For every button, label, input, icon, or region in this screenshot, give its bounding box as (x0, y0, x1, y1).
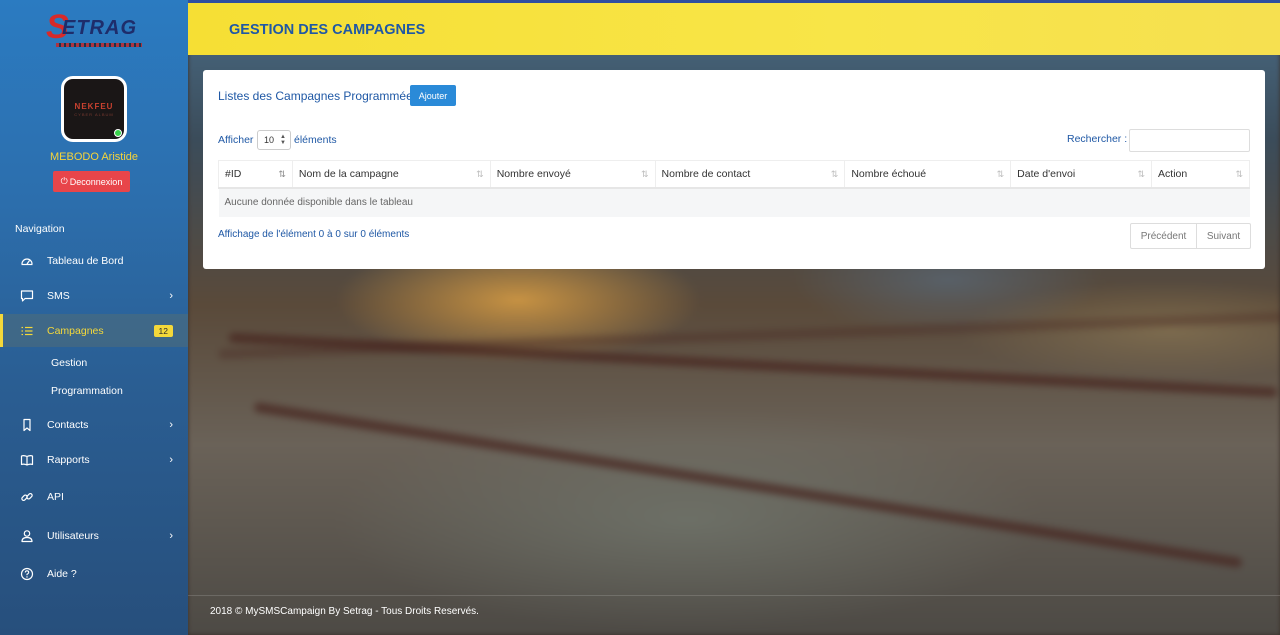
sidebar-item-label: Contacts (47, 419, 89, 431)
sidebar-item-dashboard[interactable]: Tableau de Bord (0, 245, 188, 277)
logo-text: ETRAG (62, 17, 137, 39)
column-header-name[interactable]: Nom de la campagne ⇅ (291, 160, 491, 189)
column-header-sent[interactable]: Nombre envoyé ⇅ (489, 160, 656, 189)
page-length-value: 10 (264, 135, 275, 145)
sort-asc-icon: ⇅ (278, 169, 286, 179)
column-header-label: #ID (225, 167, 242, 180)
sort-icon: ⇅ (476, 169, 484, 179)
next-page-button[interactable]: Suivant (1197, 223, 1251, 249)
avatar-subtext: CYBER ALBUM (74, 111, 114, 117)
sidebar-item-label: API (47, 491, 64, 503)
campaigns-table: #ID ⇅ Nom de la campagne ⇅ Nombre envoyé ⇅ … (218, 160, 1250, 217)
table-info: Affichage de l'élément 0 à 0 sur 0 éléme… (218, 229, 410, 240)
column-header-failed[interactable]: Nombre échoué ⇅ (844, 160, 1012, 189)
column-header-label: Nombre envoyé (496, 167, 571, 180)
column-header-action[interactable]: Action ⇅ (1151, 160, 1250, 189)
book-icon (20, 453, 34, 467)
sidebar-item-aide[interactable]: Aide ? (0, 558, 188, 590)
sidebar-item-label: Tableau de Bord (47, 255, 124, 267)
avatar-text: NEKFEU (74, 101, 114, 111)
page-header: GESTION DES CAMPAGNES (188, 0, 1280, 55)
setrag-logo[interactable]: S ETRAG (46, 8, 142, 54)
search-label: Rechercher : (1067, 133, 1128, 145)
sidebar-item-label: SMS (47, 290, 70, 302)
sidebar-subitem-gestion[interactable]: Gestion (51, 357, 87, 369)
sidebar-item-label: Rapports (47, 454, 90, 466)
message-icon (20, 289, 34, 303)
campaign-count-badge: 12 (153, 324, 173, 337)
pagination: Précédent Suivant (1130, 223, 1251, 249)
chevron-right-icon: › (169, 290, 173, 302)
previous-page-button[interactable]: Précédent (1130, 223, 1197, 249)
page-title: GESTION DES CAMPAGNES (229, 22, 426, 38)
chevron-right-icon: › (169, 530, 173, 542)
bookmark-icon (20, 418, 34, 432)
sidebar-item-label: Aide ? (47, 568, 77, 580)
user-name: MEBODO Aristide (49, 151, 139, 163)
sidebar-item-label: Utilisateurs (47, 530, 99, 542)
link-icon (20, 490, 34, 504)
sidebar-item-api[interactable]: API (0, 481, 188, 513)
sidebar-item-rapports[interactable]: Rapports › (0, 444, 188, 476)
card-title: Listes des Campagnes Programmées (218, 89, 419, 103)
sidebar-item-campagnes[interactable]: Campagnes 12 (0, 314, 188, 347)
sort-icon: ⇅ (830, 169, 839, 179)
table-row: Aucune donnée disponible dans le tableau (218, 187, 1250, 217)
logo-tagline (56, 43, 142, 47)
nav-section-title: Navigation (15, 223, 65, 235)
sidebar-item-sms[interactable]: SMS › (0, 280, 188, 312)
column-header-contacts[interactable]: Nombre de contact ⇅ (654, 160, 846, 189)
column-header-label: Nombre échoué (851, 167, 927, 180)
sort-icon: ⇅ (641, 169, 649, 179)
sort-icon: ⇅ (996, 169, 1005, 179)
sidebar-item-utilisateurs[interactable]: Utilisateurs › (0, 520, 188, 552)
footer-divider (188, 595, 1280, 596)
select-arrows-icon: ▲ ▼ (280, 134, 286, 146)
online-status-icon (114, 129, 122, 137)
footer-text: 2018 © MySMSCampaign By Setrag - Tous Dr… (210, 606, 479, 617)
logout-label: Deconnexion (69, 176, 123, 187)
table-header-row: #ID ⇅ Nom de la campagne ⇅ Nombre envoyé ⇅ … (218, 160, 1250, 189)
column-header-id[interactable]: #ID ⇅ (218, 160, 293, 189)
dashboard-icon (20, 254, 34, 268)
length-suffix-label: éléments (294, 134, 337, 146)
chevron-right-icon: › (169, 419, 173, 431)
sort-icon: ⇅ (1235, 169, 1243, 179)
sidebar-subitem-programmation[interactable]: Programmation (51, 385, 123, 397)
sort-icon: ⇅ (1137, 169, 1146, 179)
list-icon (20, 324, 34, 338)
help-icon (20, 567, 34, 581)
chevron-right-icon: › (169, 454, 173, 466)
column-header-date[interactable]: Date d'envoi ⇅ (1010, 160, 1153, 189)
add-campaign-button[interactable]: Ajouter (410, 85, 456, 106)
campaigns-card: Listes des Campagnes Programmées Ajouter… (203, 70, 1265, 269)
search-input[interactable] (1129, 129, 1250, 152)
page-length-select[interactable]: 10 ▲ ▼ (257, 130, 291, 150)
user-icon (20, 529, 34, 543)
sidebar-item-contacts[interactable]: Contacts › (0, 409, 188, 441)
sidebar-item-label: Campagnes (47, 324, 104, 337)
power-icon: ⏻ (60, 176, 68, 186)
column-header-label: Action (1158, 167, 1188, 180)
sidebar: S ETRAG NEKFEU CYBER ALBUM MEBODO Aristi… (0, 0, 188, 635)
column-header-label: Nom de la campagne (298, 167, 399, 180)
column-header-label: Nombre de contact (661, 167, 751, 180)
logout-button[interactable]: ⏻ Deconnexion (53, 171, 130, 192)
length-prefix-label: Afficher (218, 134, 254, 146)
avatar[interactable]: NEKFEU CYBER ALBUM (61, 76, 127, 142)
empty-table-message: Aucune donnée disponible dans le tableau (218, 187, 1250, 217)
column-header-label: Date d'envoi (1017, 167, 1076, 180)
